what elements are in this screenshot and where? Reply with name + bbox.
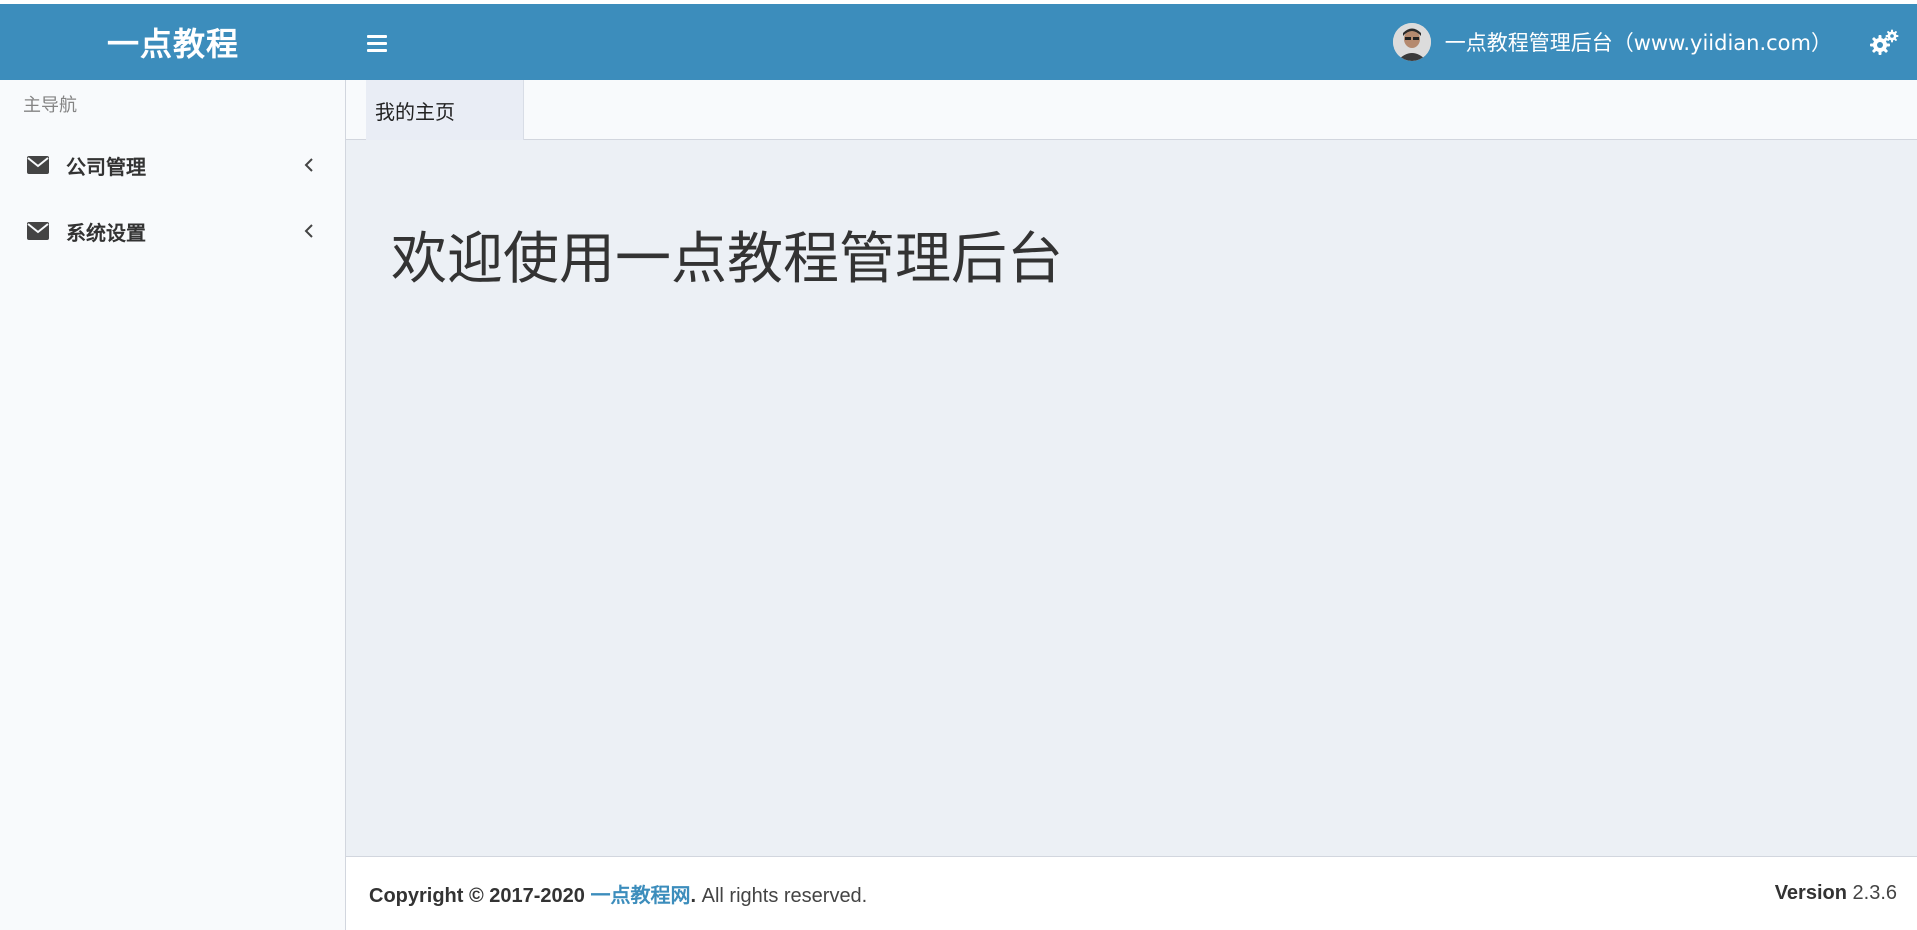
version-value: 2.3.6 — [1852, 882, 1897, 904]
sidebar-nav-header: 主导航 — [23, 95, 77, 116]
envelope-icon — [27, 222, 49, 240]
chevron-left-icon — [304, 224, 313, 238]
gears-icon[interactable] — [1869, 28, 1899, 58]
user-name: 一点教程管理后台（www.yiidian.com） — [1444, 31, 1832, 55]
version-info: Version 2.3.6 — [1775, 882, 1897, 905]
page-title: 欢迎使用一点教程管理后台 — [391, 227, 1063, 292]
logo[interactable]: 一点教程 — [0, 4, 346, 80]
user-avatar-icon — [1392, 23, 1431, 61]
copyright-prefix: Copyright © 2017-2020 — [369, 885, 585, 907]
copyright-period: . — [690, 885, 697, 907]
copyright-rights: All rights reserved. — [701, 885, 868, 907]
site-link[interactable]: 一点教程网 — [591, 885, 691, 907]
sidebar: 主导航 公司管理 系统设置 — [0, 80, 346, 930]
tab-home[interactable]: 我的主页 — [366, 80, 524, 140]
version-label: Version — [1774, 882, 1847, 904]
sidebar-item-label: 系统设置 — [66, 220, 146, 245]
sidebar-item-label: 公司管理 — [66, 154, 146, 179]
user-menu[interactable]: 一点教程管理后台（www.yiidian.com） — [1392, 4, 1832, 80]
chevron-left-icon — [304, 158, 313, 172]
sidebar-item-settings[interactable]: 系统设置 — [0, 198, 345, 264]
hamburger-icon-bar — [367, 48, 387, 52]
sidebar-toggle-button[interactable] — [362, 28, 392, 58]
hamburger-icon-bar — [367, 41, 387, 45]
hamburger-icon-bar — [367, 34, 387, 38]
copyright: Copyright © 2017-2020 一点教程网. All rights … — [369, 879, 867, 908]
admin-window: 一点教程 一点教程管理后台（www.yiidian.com） 主导航 公司管理 … — [0, 0, 1917, 930]
tab-strip: 我的主页 — [346, 80, 1917, 140]
envelope-icon — [27, 156, 49, 174]
top-navbar: 一点教程 一点教程管理后台（www.yiidian.com） — [0, 4, 1917, 80]
avatar — [1392, 23, 1431, 61]
footer: Copyright © 2017-2020 一点教程网. All rights … — [346, 856, 1917, 930]
sidebar-item-company[interactable]: 公司管理 — [0, 132, 345, 198]
main-content: 欢迎使用一点教程管理后台 — [346, 140, 1917, 856]
